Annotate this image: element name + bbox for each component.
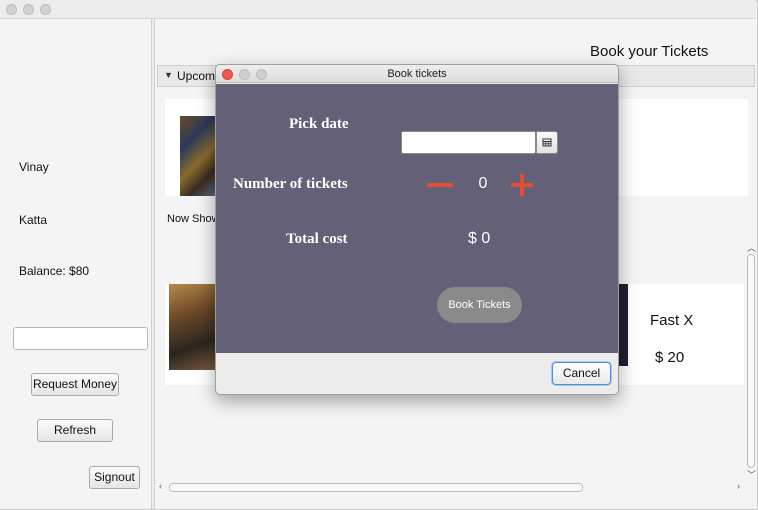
upcoming-section-label: Upcomin — [177, 69, 217, 83]
signout-button[interactable]: Signout — [89, 466, 140, 489]
horizontal-scroll-thumb[interactable] — [169, 483, 583, 492]
dialog-titlebar[interactable]: Book tickets — [216, 65, 618, 83]
zoom-window-light[interactable] — [40, 4, 51, 15]
minimize-window-light[interactable] — [23, 4, 34, 15]
scroll-up-icon[interactable]: ︿ — [747, 241, 756, 254]
minus-icon[interactable] — [427, 183, 453, 187]
scroll-right-icon[interactable]: › — [737, 481, 740, 491]
collapse-arrow-icon[interactable]: ▼ — [164, 70, 173, 80]
scroll-down-icon[interactable]: ﹀ — [747, 468, 756, 481]
main-titlebar — [0, 0, 756, 19]
now-showing-poster[interactable] — [169, 284, 215, 370]
close-window-light[interactable] — [6, 4, 17, 15]
upcoming-movie-poster[interactable] — [180, 116, 218, 196]
dialog-body: Pick date Number of tickets 0 Total cost… — [216, 84, 618, 353]
user-first-name: Vinay — [19, 160, 49, 174]
tickets-label: Number of tickets — [233, 176, 348, 192]
user-last-name: Katta — [19, 213, 48, 227]
total-cost-value: $ 0 — [468, 230, 491, 247]
total-cost-label: Total cost — [286, 231, 348, 247]
cancel-button[interactable]: Cancel — [552, 362, 611, 385]
user-balance: Balance: $80 — [19, 264, 90, 278]
vertical-scroll-thumb[interactable] — [747, 254, 755, 468]
now-showing-poster-2[interactable] — [618, 284, 628, 366]
plus-icon-stem — [520, 174, 524, 196]
pick-date-label: Pick date — [289, 116, 349, 132]
movie-price: $ 20 — [655, 349, 685, 366]
movie-title: Fast X — [650, 312, 694, 329]
dialog-title: Book tickets — [387, 68, 447, 80]
refresh-button[interactable]: Refresh — [37, 419, 113, 442]
request-amount-input[interactable] — [13, 327, 148, 350]
date-picker-button[interactable] — [536, 131, 558, 154]
book-tickets-dialog: Book tickets Pick date Number of tickets… — [215, 64, 619, 395]
calendar-icon — [542, 138, 552, 147]
scroll-left-icon[interactable]: ‹ — [159, 481, 162, 491]
request-money-button[interactable]: Request Money — [31, 373, 119, 396]
date-field[interactable] — [401, 131, 536, 154]
now-showing-label: Now Show — [167, 213, 215, 225]
book-tickets-button[interactable]: Book Tickets — [437, 287, 522, 323]
page-title: Book your Tickets — [590, 43, 709, 60]
ticket-count: 0 — [478, 175, 488, 192]
